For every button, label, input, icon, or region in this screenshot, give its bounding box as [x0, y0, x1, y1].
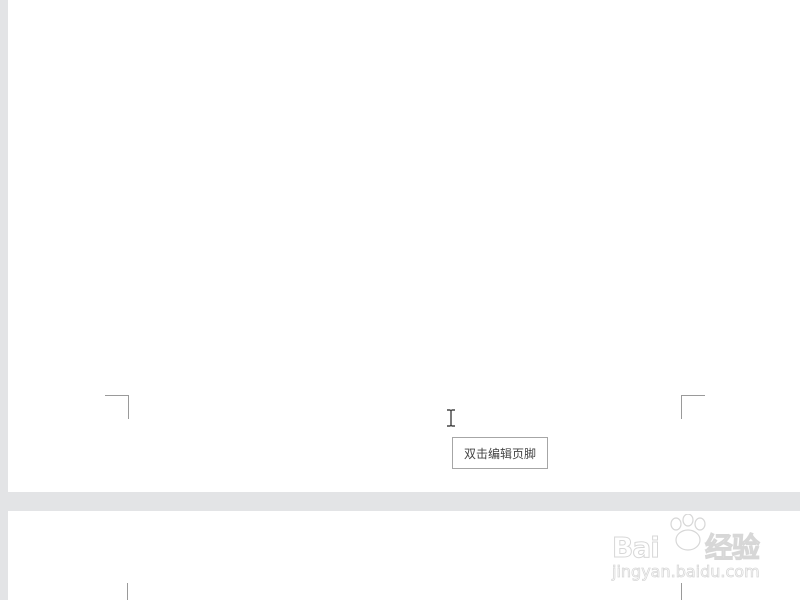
crop-mark-bottom-right: [681, 395, 705, 419]
watermark-logo: Bai 经验: [612, 531, 761, 565]
crop-mark-top-left: [127, 583, 128, 600]
crop-mark-bottom-left: [105, 395, 129, 419]
watermark-url: jingyan.baidu.com: [612, 562, 760, 582]
crop-mark-top-right: [681, 583, 682, 600]
edit-footer-tooltip: 双击编辑页脚: [452, 437, 548, 469]
document-viewport[interactable]: 双击编辑页脚 Bai 经验 jingyan.baidu.com: [0, 0, 800, 600]
document-page[interactable]: [8, 0, 800, 492]
text-cursor-icon: [447, 409, 455, 427]
watermark: Bai 经验 jingyan.baidu.com: [612, 512, 762, 584]
